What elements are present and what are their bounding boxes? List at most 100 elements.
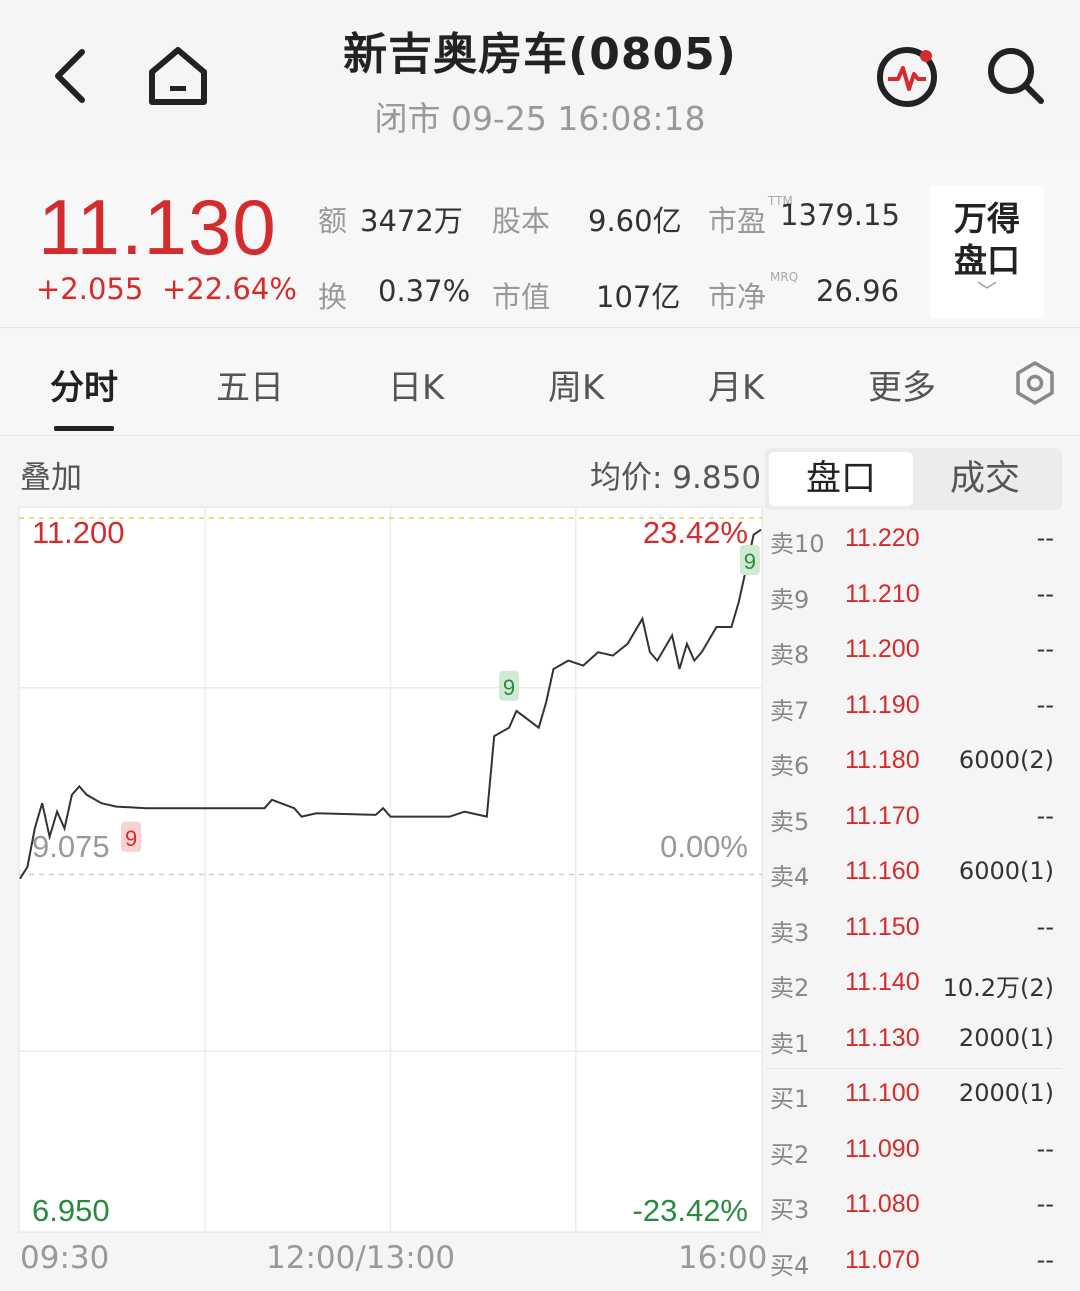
orderbook-row[interactable]: 买1 11.100 2000(1) [768, 1069, 1060, 1124]
trade-marker-label: 9 [503, 675, 515, 700]
pulse-button[interactable] [872, 42, 942, 112]
price-change: +2.055 [36, 272, 144, 306]
stat-value: 0.37% [378, 274, 471, 308]
orderbook-volume: -- [1036, 802, 1054, 830]
wande-label-line2: 盘口 [954, 241, 1020, 280]
orderbook-level-label: 卖10 [770, 530, 825, 558]
orderbook-row[interactable]: 买2 11.090 -- [768, 1125, 1060, 1180]
orderbook-level-label: 卖4 [770, 863, 810, 891]
tab-daily-k[interactable]: 日K [388, 360, 444, 409]
orderbook-volume: -- [1036, 913, 1054, 941]
orderbook-price: 11.160 [845, 857, 920, 885]
wande-label-line1: 万得 [954, 199, 1020, 238]
orderbook-level-label: 卖5 [770, 808, 810, 836]
orderbook-level-label: 卖1 [770, 1030, 810, 1058]
average-price: 均价: 9.850 [590, 460, 762, 496]
orderbook-volume: -- [1036, 691, 1054, 719]
search-button[interactable] [982, 42, 1048, 108]
stat-value: 9.60亿 [588, 204, 682, 238]
price-change-pct: +22.64% [162, 272, 297, 306]
orderbook-volume: -- [1036, 635, 1054, 663]
tab-orderbook[interactable]: 盘口 [769, 452, 913, 506]
stat-sup: MRQ [770, 270, 799, 284]
orderbook-row[interactable]: 卖3 11.150 -- [768, 903, 1060, 958]
wande-orderbook-button[interactable]: 万得 盘口 ﹀ [930, 186, 1044, 318]
orderbook-volume: -- [1036, 1135, 1054, 1163]
orderbook-price: 11.210 [845, 580, 920, 608]
orderbook-level-label: 卖6 [770, 752, 810, 780]
stat-value: 1379.15 [780, 198, 900, 232]
orderbook-volume: -- [1036, 1246, 1054, 1274]
bid-ask-divider [766, 1068, 1062, 1069]
stat-label: 市盈 [708, 204, 767, 238]
orderbook-volume: 6000(1) [958, 857, 1054, 885]
orderbook-price: 11.190 [845, 691, 920, 719]
orderbook-row[interactable]: 买3 11.080 -- [768, 1180, 1060, 1235]
orderbook-level-label: 买1 [770, 1085, 810, 1113]
orderbook-price: 11.070 [845, 1246, 920, 1274]
tab-five-day[interactable]: 五日 [216, 360, 284, 409]
orderbook-row[interactable]: 卖7 11.190 -- [768, 681, 1060, 736]
intraday-chart[interactable]: 11.200 23.42% 9.075 0.00% 6.950 -23.42% … [18, 506, 763, 1233]
tab-intraday[interactable]: 分时 [50, 360, 118, 409]
stat-label: 股本 [492, 204, 551, 238]
pct-label-high: 23.42% [643, 515, 748, 550]
orderbook-toggle: 盘口 成交 [765, 448, 1062, 510]
active-tab-indicator [54, 426, 114, 431]
pulse-icon [877, 47, 937, 107]
orderbook-level-label: 卖2 [770, 974, 810, 1002]
y-label-high: 11.200 [32, 515, 125, 550]
last-price: 11.130 [38, 183, 277, 271]
orderbook-row[interactable]: 卖6 11.180 6000(2) [768, 736, 1060, 791]
top-bar: 新吉奥房车(0805) 闭市 09-25 16:08:18 [0, 0, 1080, 160]
orderbook-row[interactable]: 卖4 11.160 6000(1) [768, 847, 1060, 902]
orderbook-row[interactable]: 卖10 11.220 -- [768, 514, 1060, 569]
orderbook-level-label: 买2 [770, 1141, 810, 1169]
orderbook-volume: 6000(2) [958, 746, 1054, 774]
orderbook-volume: -- [1036, 1190, 1054, 1218]
orderbook-level-label: 卖8 [770, 641, 810, 669]
orderbook-row[interactable]: 卖8 11.200 -- [768, 625, 1060, 680]
orderbook-row[interactable]: 卖2 11.140 10.2万(2) [768, 958, 1060, 1013]
orderbook-price: 11.170 [845, 802, 920, 830]
orderbook-price: 11.100 [845, 1079, 920, 1107]
chart-settings-button[interactable] [1014, 360, 1056, 410]
trade-marker-label: 9 [125, 826, 137, 851]
y-label-mid: 9.075 [32, 829, 110, 864]
tab-weekly-k[interactable]: 周K [548, 360, 604, 409]
stat-label: 市值 [492, 280, 551, 314]
orderbook-level-label: 卖3 [770, 919, 810, 947]
chart-tabs: 分时 五日 日K 周K 月K 更多 [0, 330, 1080, 436]
orderbook-price: 11.180 [845, 746, 920, 774]
orderbook-price: 11.150 [845, 913, 920, 941]
orderbook-volume: 2000(1) [958, 1024, 1054, 1052]
chevron-down-icon: ﹀ [977, 279, 997, 303]
orderbook-volume: 10.2万(2) [942, 974, 1054, 1002]
orderbook-row[interactable]: 买4 11.070 -- [768, 1236, 1060, 1291]
orderbook-price: 11.090 [845, 1135, 920, 1163]
pct-label-low: -23.42% [633, 1193, 748, 1228]
tab-trades[interactable]: 成交 [913, 452, 1057, 506]
quote-panel: 11.130 +2.055 +22.64% 额 3472万 股本 9.60亿 市… [0, 160, 1080, 328]
stat-label: 市净 [708, 280, 767, 314]
x-label-close: 16:00 [678, 1240, 768, 1276]
orderbook-price: 11.080 [845, 1190, 920, 1218]
orderbook-row[interactable]: 卖5 11.170 -- [768, 792, 1060, 847]
orderbook-row[interactable]: 卖9 11.210 -- [768, 570, 1060, 625]
stat-label: 换 [318, 280, 348, 314]
orderbook-volume: 2000(1) [958, 1079, 1054, 1107]
x-label-open: 09:30 [20, 1240, 110, 1276]
settings-hexagon-icon [1016, 361, 1054, 405]
orderbook-level-label: 卖9 [770, 586, 810, 614]
orderbook-row[interactable]: 卖1 11.130 2000(1) [768, 1014, 1060, 1069]
tab-more[interactable]: 更多 [868, 360, 936, 409]
orderbook-price: 11.140 [845, 968, 920, 996]
orderbook-volume: -- [1036, 580, 1054, 608]
tab-monthly-k[interactable]: 月K [708, 360, 764, 409]
stat-value: 107亿 [596, 280, 681, 314]
stat-value: 3472万 [360, 204, 463, 238]
overlay-button[interactable]: 叠加 [20, 452, 82, 497]
orderbook-price: 11.130 [845, 1024, 920, 1052]
stat-value: 26.96 [816, 274, 900, 308]
orderbook-level-label: 买3 [770, 1196, 810, 1224]
